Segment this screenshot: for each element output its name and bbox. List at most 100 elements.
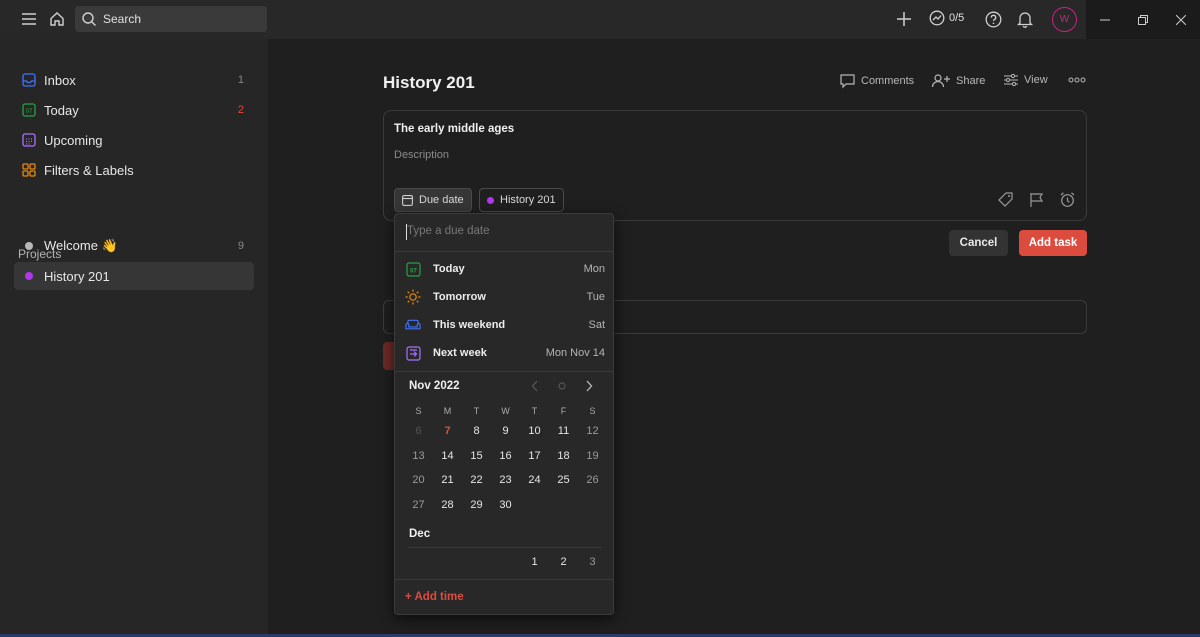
calendar-day[interactable]: 23	[491, 468, 520, 493]
due-date-label: Due date	[419, 194, 464, 206]
divider	[408, 547, 602, 548]
calendar-day[interactable]: 14	[433, 444, 462, 469]
close-button[interactable]	[1162, 0, 1200, 39]
comments-button[interactable]: Comments	[839, 73, 914, 89]
calendar-day[interactable]: 28	[433, 493, 462, 518]
label-tag-icon[interactable]	[997, 191, 1014, 208]
calendar-day[interactable]: 27	[404, 493, 433, 518]
restore-button[interactable]	[1124, 0, 1162, 39]
suggestion-this-weekend[interactable]: This weekend Sat	[405, 315, 605, 335]
calendar-day[interactable]: 11	[549, 419, 578, 444]
task-editor: The early middle ages Description Due da…	[383, 110, 1087, 221]
avatar[interactable]: W	[1052, 7, 1077, 32]
productivity-button[interactable]: 0/5	[929, 10, 964, 26]
calendar-day[interactable]: 15	[462, 444, 491, 469]
calendar-day	[491, 550, 520, 575]
calendar-day[interactable]: 30	[491, 493, 520, 518]
add-icon[interactable]	[895, 10, 913, 28]
alarm-clock-icon[interactable]	[1059, 191, 1076, 208]
calendar-day[interactable]: 10	[520, 419, 549, 444]
calendar-day[interactable]: 18	[549, 444, 578, 469]
calendar-day[interactable]: 22	[462, 468, 491, 493]
sidebar-item-label: Inbox	[44, 72, 76, 88]
suggestion-day: Mon	[583, 263, 605, 275]
calendar-today-icon: 07	[405, 261, 421, 277]
priority-flag-icon[interactable]	[1028, 191, 1045, 208]
top-bar: Search 0/5 W	[0, 0, 1200, 39]
next-week-icon	[405, 345, 421, 361]
calendar-day-today[interactable]: 7	[433, 419, 462, 444]
calendar-day[interactable]: 13	[404, 444, 433, 469]
task-description-input[interactable]: Description	[394, 149, 449, 161]
calendar-day	[578, 493, 607, 518]
sofa-icon	[405, 317, 421, 333]
chevron-right-icon[interactable]	[585, 380, 593, 392]
view-button[interactable]: View	[1003, 73, 1048, 87]
add-task-button[interactable]: Add task	[1019, 230, 1087, 256]
project-dot-icon	[22, 269, 36, 283]
more-options-icon[interactable]	[1068, 76, 1086, 84]
calendar-day	[462, 550, 491, 575]
suggestion-today[interactable]: 07 Today Mon	[405, 259, 605, 279]
search-input[interactable]: Search	[75, 6, 267, 32]
sidebar-item-filters-labels[interactable]: Filters & Labels	[14, 156, 254, 184]
calendar-day[interactable]: 12	[578, 419, 607, 444]
calendar-day	[404, 550, 433, 575]
project-selector-button[interactable]: History 201	[479, 188, 564, 212]
search-icon	[82, 12, 96, 26]
due-date-button[interactable]: Due date	[394, 188, 472, 212]
sidebar-item-upcoming[interactable]: Upcoming	[14, 126, 254, 154]
calendar-day[interactable]: 2	[549, 550, 578, 575]
comments-label: Comments	[861, 75, 915, 87]
weekday-label: W	[501, 406, 510, 416]
calendar-day[interactable]: 17	[520, 444, 549, 469]
circle-today-icon[interactable]	[557, 380, 567, 392]
menu-icon[interactable]	[20, 10, 38, 28]
suggestion-day: Sat	[588, 319, 605, 331]
share-label: Share	[956, 75, 986, 87]
bell-icon[interactable]	[1016, 9, 1034, 29]
minimize-button[interactable]	[1086, 0, 1124, 39]
sidebar-item-label: Welcome 👋	[44, 238, 118, 253]
sliders-icon	[1004, 73, 1018, 87]
inbox-count: 1	[237, 74, 244, 86]
calendar-day[interactable]: 8	[462, 419, 491, 444]
weekday-label: M	[443, 406, 452, 416]
calendar-day[interactable]: 26	[578, 468, 607, 493]
close-icon	[1176, 14, 1186, 25]
calendar-day[interactable]: 25	[549, 468, 578, 493]
calendar-icon	[402, 194, 413, 206]
weekday-label: F	[560, 406, 567, 416]
home-icon[interactable]	[48, 9, 66, 29]
sidebar-item-inbox[interactable]: Inbox 1	[14, 66, 254, 94]
chevron-left-icon[interactable]	[531, 380, 539, 392]
weekday-label: S	[589, 406, 596, 416]
task-name-input[interactable]: The early middle ages	[394, 123, 514, 135]
calendar-day[interactable]: 9	[491, 419, 520, 444]
calendar-day[interactable]: 21	[433, 468, 462, 493]
sidebar-item-label: Filters & Labels	[44, 162, 134, 178]
add-time-button[interactable]: + Add time	[405, 591, 464, 603]
due-date-input[interactable]: Type a due date	[407, 225, 489, 237]
calendar-day[interactable]: 20	[404, 468, 433, 493]
sidebar-item-history-201[interactable]: History 201	[14, 262, 254, 290]
cancel-button[interactable]: Cancel	[949, 230, 1008, 256]
suggestion-tomorrow[interactable]: Tomorrow Tue	[405, 287, 605, 307]
calendar-day[interactable]: 3	[578, 550, 607, 575]
karma-count: 0/5	[949, 12, 965, 24]
divider	[395, 371, 613, 372]
comment-icon	[840, 74, 855, 89]
sidebar-item-welcome[interactable]: Welcome 👋 9	[14, 232, 254, 260]
weekday-label: T	[473, 406, 480, 416]
weekday-label: T	[531, 406, 538, 416]
help-icon[interactable]	[984, 10, 1002, 28]
share-button[interactable]: Share	[931, 73, 985, 89]
calendar-day[interactable]: 16	[491, 444, 520, 469]
calendar-day[interactable]: 29	[462, 493, 491, 518]
svg-text:07: 07	[410, 268, 417, 274]
calendar-day[interactable]: 19	[578, 444, 607, 469]
calendar-day[interactable]: 24	[520, 468, 549, 493]
sidebar-item-today[interactable]: 07 Today 2	[14, 96, 254, 124]
calendar-day[interactable]: 1	[520, 550, 549, 575]
suggestion-next-week[interactable]: Next week Mon Nov 14	[405, 343, 605, 363]
